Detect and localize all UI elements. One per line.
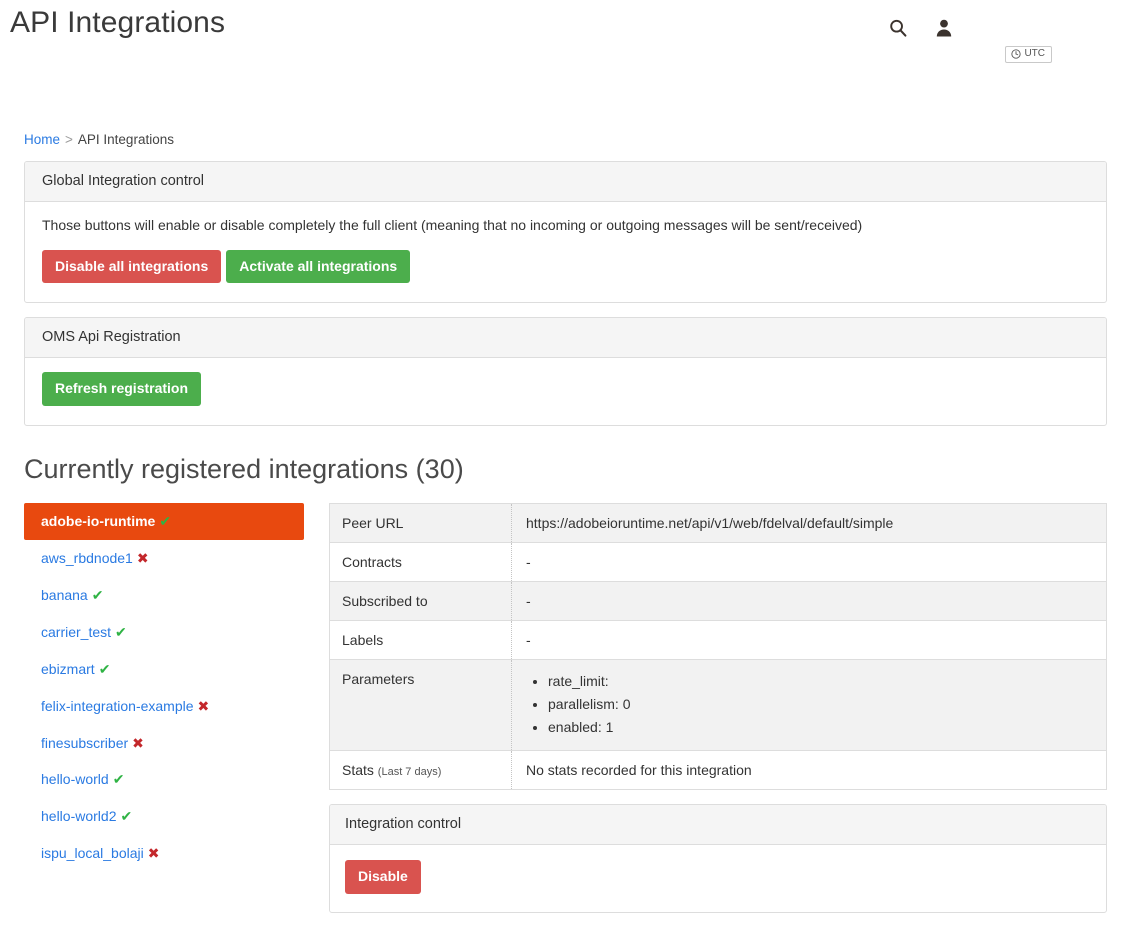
detail-row-value: - <box>526 593 531 610</box>
integration-link[interactable]: ispu_local_bolaji <box>41 845 144 861</box>
global-panel-button-row: Disable all integrations Activate all in… <box>42 249 1089 284</box>
breadcrumb-current: API Integrations <box>77 132 174 147</box>
integration-link[interactable]: adobe-io-runtime <box>41 513 155 529</box>
page-title: API Integrations <box>10 6 226 39</box>
detail-row-value: - <box>526 632 531 649</box>
refresh-registration-button[interactable]: Refresh registration <box>42 372 202 407</box>
integration-link[interactable]: aws_rbdnode1 <box>41 550 133 566</box>
detail-row-value: - <box>526 554 531 571</box>
integrations-content: adobe-io-runtime ✔ aws_rbdnode1 ✖ banana ✔ car… <box>0 503 1134 913</box>
integration-control-body: Disable <box>330 845 1106 912</box>
utc-badge[interactable]: UTC <box>1005 46 1052 63</box>
detail-row-value: https://adobeioruntime.net/api/v1/web/fd… <box>526 515 894 532</box>
registered-integrations-title: Currently registered integrations (30) <box>24 454 464 485</box>
header-actions <box>886 16 956 40</box>
parameter-list: rate_limit: parallelism: 0 enabled: 1 <box>526 672 1094 737</box>
detail-row-label: Labels <box>329 620 512 660</box>
stats-label: Stats (Last 7 days) <box>329 750 512 790</box>
detail-row-label: Contracts <box>329 542 512 582</box>
integration-control-panel: Integration control Disable <box>329 803 1107 913</box>
parameter-item: rate_limit: <box>548 672 1094 691</box>
detail-row-label: Peer URL <box>329 503 512 543</box>
user-icon[interactable] <box>932 16 956 40</box>
table-row: Parameters rate_limit: parallelism: 0 enabl… <box>329 659 1107 751</box>
table-row: Subscribed to - <box>329 581 1107 621</box>
status-ok-icon: ✔ <box>98 660 111 677</box>
list-item[interactable]: aws_rbdnode1 ✖ <box>24 540 304 577</box>
status-ok-icon: ✔ <box>112 771 125 788</box>
parameter-item: parallelism: 0 <box>548 695 1094 714</box>
integration-link[interactable]: felix-integration-example <box>41 698 194 714</box>
integration-list: adobe-io-runtime ✔ aws_rbdnode1 ✖ banana ✔ car… <box>24 503 304 872</box>
parameters-value: rate_limit: parallelism: 0 enabled: 1 <box>512 660 1107 751</box>
status-error-icon: ✖ <box>136 550 149 567</box>
parameters-label: Parameters <box>329 659 512 751</box>
integration-link[interactable]: ebizmart <box>41 661 95 677</box>
list-item[interactable]: felix-integration-example ✖ <box>24 688 304 725</box>
list-item[interactable]: banana ✔ <box>24 577 304 614</box>
table-row: Stats (Last 7 days) No stats recorded for… <box>329 750 1107 790</box>
parameter-item: enabled: 1 <box>548 718 1094 737</box>
list-item[interactable]: hello-world ✔ <box>24 761 304 798</box>
list-item[interactable]: ispu_local_bolaji ✖ <box>24 835 304 872</box>
clock-icon <box>1011 49 1022 59</box>
list-item[interactable]: carrier_test ✔ <box>24 614 304 651</box>
detail-row-label: Subscribed to <box>329 581 512 621</box>
integration-detail: Peer URL https://adobeioruntime.net/api/v… <box>329 503 1107 913</box>
global-panel-description: Those buttons will enable or disable com… <box>42 217 863 233</box>
search-icon[interactable] <box>886 16 910 40</box>
status-error-icon: ✖ <box>132 734 144 751</box>
oms-panel-body: Refresh registration <box>25 358 1106 425</box>
global-panel-body: Those buttons will enable or disable com… <box>25 202 1106 302</box>
status-ok-icon: ✔ <box>159 513 172 530</box>
oms-api-registration-panel: OMS Api Registration Refresh registratio… <box>24 317 1107 427</box>
list-item[interactable]: finesubscriber ✖ <box>24 725 304 762</box>
integration-detail-table: Peer URL https://adobeioruntime.net/api/v… <box>329 503 1107 790</box>
disable-all-integrations-button[interactable]: Disable all integrations <box>42 249 222 284</box>
status-ok-icon: ✔ <box>91 586 104 603</box>
integration-control-heading: Integration control <box>330 804 1106 845</box>
stats-value: No stats recorded for this integration <box>526 761 752 778</box>
status-ok-icon: ✔ <box>120 808 133 825</box>
global-panel-heading: Global Integration control <box>25 162 1106 202</box>
breadcrumb-home-link[interactable]: Home <box>24 132 60 147</box>
list-item[interactable]: adobe-io-runtime ✔ <box>24 503 304 541</box>
utc-badge-label: UTC <box>1024 48 1045 59</box>
table-row: Labels - <box>329 620 1107 660</box>
oms-panel-heading: OMS Api Registration <box>25 318 1106 359</box>
table-row: Peer URL https://adobeioruntime.net/api/v… <box>329 503 1107 543</box>
integration-link[interactable]: hello-world2 <box>41 808 116 824</box>
disable-integration-button[interactable]: Disable <box>345 859 421 894</box>
status-ok-icon: ✔ <box>115 623 127 640</box>
status-error-icon: ✖ <box>197 697 210 714</box>
integration-link[interactable]: hello-world <box>41 771 109 787</box>
table-row: Contracts - <box>329 542 1107 582</box>
global-integration-control-panel: Global Integration control Those buttons… <box>24 161 1107 304</box>
integration-link[interactable]: banana <box>41 587 88 603</box>
breadcrumb-separator: > <box>65 132 73 147</box>
breadcrumb: Home > API Integrations <box>24 132 1134 147</box>
activate-all-integrations-button[interactable]: Activate all integrations <box>226 249 411 284</box>
list-item[interactable]: hello-world2 ✔ <box>24 798 304 835</box>
status-error-icon: ✖ <box>147 845 160 862</box>
stats-label-note: (Last 7 days) <box>377 765 442 778</box>
top-header: API Integrations UTC <box>0 0 1134 88</box>
integration-link[interactable]: carrier_test <box>41 624 111 640</box>
list-item[interactable]: ebizmart ✔ <box>24 651 304 688</box>
stats-label-text: Stats <box>342 761 374 778</box>
integration-link[interactable]: finesubscriber <box>41 735 128 751</box>
